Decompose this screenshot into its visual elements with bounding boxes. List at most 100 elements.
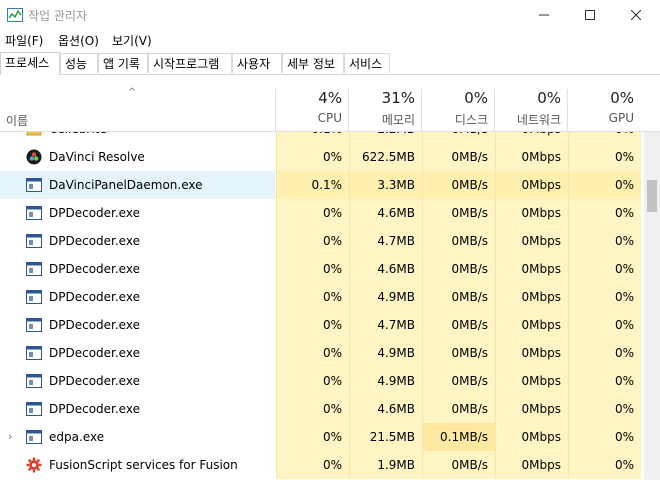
column-header: ^ 이름 4% CPU 31% 메모리 0% 디스크 0% 네트워크 0% GP… bbox=[0, 75, 660, 132]
cpu-value: 0% bbox=[322, 290, 342, 304]
cpu-total: 4% bbox=[318, 89, 342, 107]
memory-value: 4.7MB bbox=[377, 234, 415, 248]
process-name: DPDecoder.exe bbox=[49, 318, 140, 332]
scrollbar-thumb[interactable] bbox=[647, 180, 657, 212]
table-row[interactable]: DPDecoder.exe 0% 4.7MB 0MB/s 0Mbps 0% bbox=[0, 227, 644, 255]
network-total: 0% bbox=[537, 89, 561, 107]
gpu-value: 0% bbox=[614, 262, 634, 276]
table-row[interactable]: DPDecoder.exe 0% 4.6MB 0MB/s 0Mbps 0% bbox=[0, 255, 644, 283]
gpu-value: 0% bbox=[614, 318, 634, 332]
window-app-icon bbox=[26, 345, 42, 361]
davinci-resolve-icon bbox=[26, 149, 42, 165]
window-app-icon bbox=[26, 429, 42, 445]
network-value: 0Mbps bbox=[495, 132, 561, 143]
window-app-icon bbox=[26, 289, 42, 305]
memory-value: 21.5MB bbox=[369, 430, 415, 444]
expand-chevron-icon[interactable]: › bbox=[8, 423, 12, 451]
gpu-column-header[interactable]: GPU bbox=[568, 111, 634, 125]
tab-app-history[interactable]: 앱 기록 bbox=[98, 53, 148, 73]
network-value: 0Mbps bbox=[521, 402, 561, 416]
window-app-icon bbox=[26, 261, 42, 277]
table-row[interactable]: DaVinci Resolve 0% 622.5MB 0MB/s 0Mbps 0% bbox=[0, 143, 644, 171]
gpu-value: 0% bbox=[614, 178, 634, 192]
window-app-icon bbox=[26, 233, 42, 249]
table-row[interactable]: DaVinciPanelDaemon.exe 0.1% 3.3MB 0MB/s 0Mbp… bbox=[0, 171, 644, 199]
memory-total: 31% bbox=[381, 89, 415, 107]
maximize-button[interactable] bbox=[567, 0, 613, 30]
memory-value: 4.7MB bbox=[377, 318, 415, 332]
disk-value: 0MB/s bbox=[451, 318, 488, 332]
window-app-icon bbox=[26, 205, 42, 221]
process-name: DPDecoder.exe bbox=[49, 290, 140, 304]
memory-value: 4.9MB bbox=[377, 374, 415, 388]
table-row[interactable]: DPDecoder.exe 0% 4.7MB 0MB/s 0Mbps 0% bbox=[0, 311, 644, 339]
cpu-value: 0% bbox=[322, 150, 342, 164]
process-table: Cellebrite0.1%2.2MB0MB/s0Mbps0%DaVinci R… bbox=[0, 132, 644, 480]
window-app-icon bbox=[26, 177, 42, 193]
process-name: DaVinciPanelDaemon.exe bbox=[49, 178, 203, 192]
disk-column-header[interactable]: 디스크 bbox=[422, 111, 488, 128]
cpu-column-header[interactable]: CPU bbox=[276, 111, 342, 125]
network-value: 0Mbps bbox=[521, 150, 561, 164]
table-row[interactable]: DPDecoder.exe 0% 4.6MB 0MB/s 0Mbps 0% bbox=[0, 199, 644, 227]
sort-up-icon[interactable]: ^ bbox=[128, 87, 136, 98]
window-app-icon bbox=[26, 373, 42, 389]
gpu-value: 0% bbox=[614, 234, 634, 248]
memory-value: 4.9MB bbox=[377, 346, 415, 360]
window-app-icon bbox=[26, 401, 42, 417]
menu-file[interactable]: 파일(F) bbox=[5, 32, 43, 49]
menu-view[interactable]: 보기(V) bbox=[112, 32, 152, 49]
minimize-button[interactable] bbox=[521, 0, 567, 30]
tab-strip: 프로세스 성능 앱 기록 시작프로그램 사용자 세부 정보 서비스 bbox=[0, 52, 660, 75]
close-button[interactable] bbox=[613, 0, 659, 30]
process-name: DPDecoder.exe bbox=[49, 346, 140, 360]
network-column-header[interactable]: 네트워크 bbox=[495, 111, 561, 128]
table-row[interactable]: DPDecoder.exe 0% 4.9MB 0MB/s 0Mbps 0% bbox=[0, 339, 644, 367]
table-row[interactable]: DPDecoder.exe 0% 4.6MB 0MB/s 0Mbps 0% bbox=[0, 395, 644, 423]
network-value: 0Mbps bbox=[521, 458, 561, 472]
table-row[interactable]: FusionScript services for Fusion 0% 1.9MB 0… bbox=[0, 451, 644, 479]
table-row[interactable]: DPDecoder.exe 0% 4.9MB 0MB/s 0Mbps 0% bbox=[0, 367, 644, 395]
table-row[interactable]: › edpa.exe 0% 21.5MB 0.1MB/s 0Mbps 0% bbox=[0, 423, 644, 451]
menu-bar: 파일(F) 옵션(O) 보기(V) bbox=[0, 30, 660, 50]
tab-processes[interactable]: 프로세스 bbox=[0, 52, 60, 75]
disk-value: 0MB/s bbox=[451, 346, 488, 360]
gpu-value: 0% bbox=[614, 430, 634, 444]
cpu-value: 0% bbox=[322, 430, 342, 444]
gpu-value: 0% bbox=[614, 458, 634, 472]
disk-total: 0% bbox=[464, 89, 488, 107]
cpu-value: 0% bbox=[322, 458, 342, 472]
cpu-value: 0% bbox=[322, 374, 342, 388]
gpu-value: 0% bbox=[614, 206, 634, 220]
cpu-value: 0.1% bbox=[276, 132, 343, 143]
disk-value: 0MB/s bbox=[451, 290, 488, 304]
vertical-scrollbar[interactable] bbox=[644, 132, 660, 480]
cpu-value: 0% bbox=[322, 262, 342, 276]
tab-details[interactable]: 세부 정보 bbox=[282, 53, 344, 73]
memory-value: 4.6MB bbox=[377, 206, 415, 220]
disk-value: 0MB/s bbox=[451, 402, 488, 416]
tab-users[interactable]: 사용자 bbox=[232, 53, 282, 73]
gear-icon bbox=[26, 457, 42, 473]
network-value: 0Mbps bbox=[521, 318, 561, 332]
cpu-value: 0% bbox=[322, 346, 342, 360]
memory-column-header[interactable]: 메모리 bbox=[349, 111, 415, 128]
disk-value: 0MB/s bbox=[451, 234, 488, 248]
tab-startup[interactable]: 시작프로그램 bbox=[148, 53, 232, 73]
network-value: 0Mbps bbox=[521, 262, 561, 276]
tab-services[interactable]: 서비스 bbox=[344, 53, 390, 73]
memory-value: 2.2MB bbox=[349, 132, 415, 143]
memory-value: 3.3MB bbox=[377, 178, 415, 192]
name-column-header[interactable]: 이름 bbox=[6, 112, 28, 129]
table-row[interactable]: DPDecoder.exe 0% 4.9MB 0MB/s 0Mbps 0% bbox=[0, 283, 644, 311]
cpu-value: 0% bbox=[322, 402, 342, 416]
table-row[interactable]: Cellebrite 0.1% 2.2MB 0MB/s 0Mbps 0% bbox=[0, 132, 644, 143]
maximize-icon bbox=[585, 10, 595, 20]
disk-value: 0MB/s bbox=[451, 262, 488, 276]
tab-performance[interactable]: 성능 bbox=[60, 53, 98, 73]
process-name: DPDecoder.exe bbox=[49, 374, 140, 388]
memory-value: 4.6MB bbox=[377, 402, 415, 416]
menu-options[interactable]: 옵션(O) bbox=[58, 32, 99, 49]
process-name: DPDecoder.exe bbox=[49, 262, 140, 276]
process-name: DPDecoder.exe bbox=[49, 402, 140, 416]
